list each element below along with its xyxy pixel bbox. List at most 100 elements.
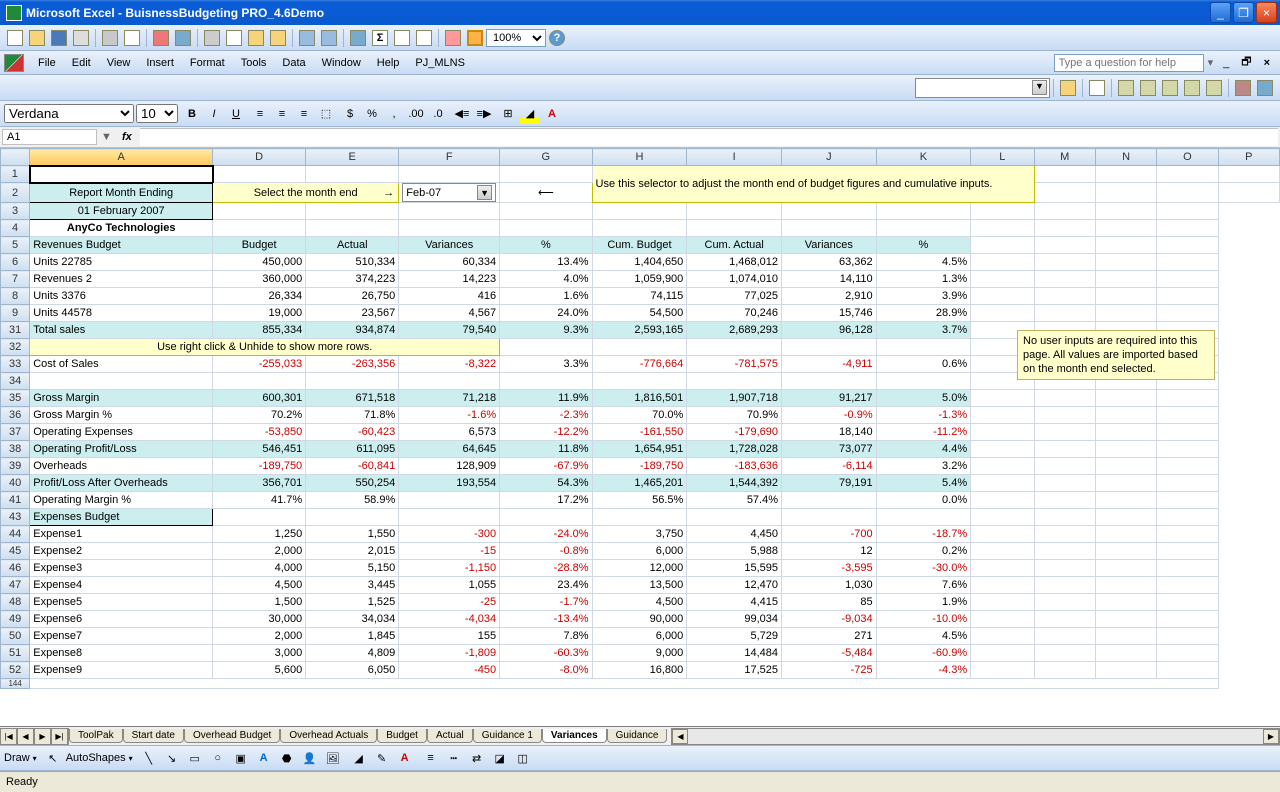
cell[interactable]: -4,034 xyxy=(399,611,500,628)
tool-a-icon[interactable] xyxy=(1118,80,1134,96)
cell[interactable]: 193,554 xyxy=(399,475,500,492)
cell[interactable]: 23,567 xyxy=(306,305,399,322)
hyperlink-icon[interactable] xyxy=(350,30,366,46)
cell[interactable]: 60,334 xyxy=(399,254,500,271)
expenses-header[interactable]: Expenses Budget xyxy=(30,509,213,526)
tool-d-icon[interactable] xyxy=(1184,80,1200,96)
increase-indent-button[interactable]: ≡▶ xyxy=(474,104,494,124)
cell[interactable]: -300 xyxy=(399,526,500,543)
cell[interactable]: 5,729 xyxy=(687,628,782,645)
cell[interactable]: 11.9% xyxy=(500,390,592,407)
menu-pjmlns[interactable]: PJ_MLNS xyxy=(407,55,473,71)
menu-view[interactable]: View xyxy=(99,55,139,71)
cell[interactable]: -53,850 xyxy=(213,424,306,441)
tab-nav-next[interactable]: ▶ xyxy=(34,728,51,745)
column-header-G[interactable]: G xyxy=(500,149,592,166)
cell[interactable]: -28.8% xyxy=(500,560,592,577)
cell[interactable]: Expense7 xyxy=(30,628,213,645)
cell[interactable]: Expense2 xyxy=(30,543,213,560)
sort-desc-icon[interactable] xyxy=(416,30,432,46)
cell[interactable]: 91,217 xyxy=(782,390,877,407)
clipart-icon[interactable]: 👤 xyxy=(300,748,320,768)
column-header-O[interactable]: O xyxy=(1157,149,1218,166)
cell[interactable]: 0.0% xyxy=(876,492,970,509)
cell[interactable]: 3.3% xyxy=(500,356,592,373)
column-header-M[interactable]: M xyxy=(1034,149,1095,166)
cell[interactable]: 1,728,028 xyxy=(687,441,782,458)
help-search-input[interactable] xyxy=(1054,54,1204,72)
cell[interactable]: -0.9% xyxy=(782,407,877,424)
cell[interactable]: 4,567 xyxy=(399,305,500,322)
sheet-tab[interactable]: Guidance 1 xyxy=(473,729,542,743)
row-header[interactable]: 33 xyxy=(1,356,30,373)
research-icon[interactable] xyxy=(175,30,191,46)
cell[interactable]: 1,550 xyxy=(306,526,399,543)
cell[interactable]: 17,525 xyxy=(687,662,782,679)
cell[interactable]: 3,750 xyxy=(592,526,687,543)
cell[interactable]: 28.9% xyxy=(876,305,970,322)
cell[interactable]: Operating Profit/Loss xyxy=(30,441,213,458)
cell[interactable]: Cost of Sales xyxy=(30,356,213,373)
print-preview-icon[interactable] xyxy=(124,30,140,46)
save-icon[interactable] xyxy=(51,30,67,46)
cell[interactable]: -0.8% xyxy=(500,543,592,560)
sheet-tab[interactable]: Actual xyxy=(427,729,473,743)
column-header-N[interactable]: N xyxy=(1095,149,1156,166)
scroll-right-button[interactable]: ▶ xyxy=(1263,729,1279,744)
column-header-K[interactable]: K xyxy=(876,149,970,166)
cell[interactable]: 14,484 xyxy=(687,645,782,662)
row-header[interactable]: 40 xyxy=(1,475,30,492)
cell[interactable]: -30.0% xyxy=(876,560,970,577)
cell[interactable]: 5,150 xyxy=(306,560,399,577)
cell[interactable]: 1,074,010 xyxy=(687,271,782,288)
cell[interactable]: 54.3% xyxy=(500,475,592,492)
cell[interactable]: 3.9% xyxy=(876,288,970,305)
sheet-tab[interactable]: Guidance xyxy=(607,729,668,743)
row-header[interactable]: 31 xyxy=(1,322,30,339)
cell[interactable]: 1,544,392 xyxy=(687,475,782,492)
help-icon[interactable]: ? xyxy=(549,30,565,46)
sheet-tab[interactable]: ToolPak xyxy=(69,729,123,743)
sheet-tab[interactable]: Overhead Budget xyxy=(184,729,280,743)
cell[interactable]: -60,841 xyxy=(306,458,399,475)
cell[interactable]: 934,874 xyxy=(306,322,399,339)
select-all-corner[interactable] xyxy=(1,149,30,166)
cell[interactable]: -189,750 xyxy=(592,458,687,475)
chart-wizard-icon[interactable] xyxy=(445,30,461,46)
arrow-style-icon[interactable]: ⇄ xyxy=(467,748,487,768)
sort-asc-icon[interactable] xyxy=(394,30,410,46)
line-color-icon[interactable]: ✎ xyxy=(372,748,392,768)
diagram-icon[interactable]: ⬣ xyxy=(277,748,297,768)
cell[interactable]: 1.6% xyxy=(500,288,592,305)
row-header[interactable]: 7 xyxy=(1,271,30,288)
cell[interactable]: 12 xyxy=(782,543,877,560)
cell[interactable]: -776,664 xyxy=(592,356,687,373)
cell[interactable]: 1,055 xyxy=(399,577,500,594)
cell[interactable]: 70.2% xyxy=(213,407,306,424)
row-header[interactable]: 9 xyxy=(1,305,30,322)
cell[interactable]: 9,000 xyxy=(592,645,687,662)
cell[interactable]: 99,034 xyxy=(687,611,782,628)
formula-bar[interactable] xyxy=(140,128,1278,146)
cell[interactable]: -8,322 xyxy=(399,356,500,373)
merge-cells-button[interactable]: ⬚ xyxy=(316,104,336,124)
cell[interactable]: 24.0% xyxy=(500,305,592,322)
cell[interactable]: 64,645 xyxy=(399,441,500,458)
cell[interactable]: -9,034 xyxy=(782,611,877,628)
cell[interactable]: 3,000 xyxy=(213,645,306,662)
cell[interactable]: 450,000 xyxy=(213,254,306,271)
oval-icon[interactable]: ○ xyxy=(208,748,228,768)
line-style-icon[interactable]: ≡ xyxy=(421,748,441,768)
cell[interactable]: 96,128 xyxy=(782,322,877,339)
fx-icon[interactable]: fx xyxy=(114,131,140,143)
line-icon[interactable]: ╲ xyxy=(139,748,159,768)
cell[interactable]: 5.4% xyxy=(876,475,970,492)
fill-color-button[interactable]: ◢ xyxy=(520,104,540,124)
cell[interactable]: 85 xyxy=(782,594,877,611)
mail-icon[interactable] xyxy=(1089,80,1105,96)
cell[interactable]: 26,334 xyxy=(213,288,306,305)
cell[interactable]: 14,223 xyxy=(399,271,500,288)
copy-icon[interactable] xyxy=(226,30,242,46)
cell[interactable]: 6,573 xyxy=(399,424,500,441)
cell[interactable]: -255,033 xyxy=(213,356,306,373)
